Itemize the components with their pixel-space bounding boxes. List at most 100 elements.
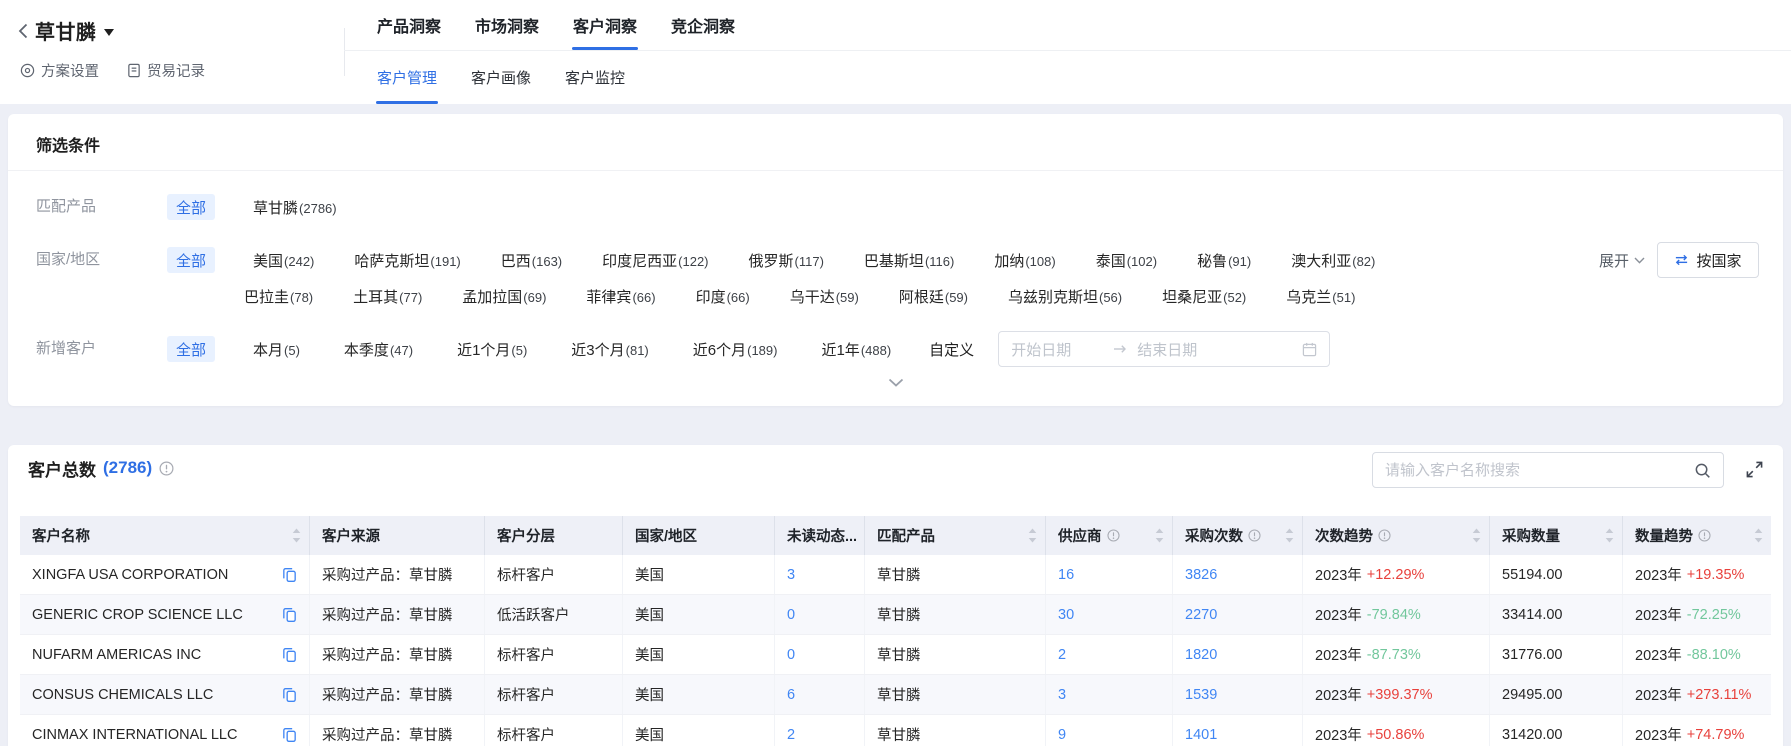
column-header[interactable]: 客户名称 bbox=[20, 516, 310, 555]
new-customer-filter-all[interactable]: 全部 bbox=[167, 336, 215, 362]
column-header[interactable]: 数量趋势 bbox=[1623, 516, 1771, 555]
cell-link[interactable]: 3826 bbox=[1185, 567, 1217, 583]
country-filter-option[interactable]: 巴拉圭(78) bbox=[244, 286, 313, 307]
country-filter-option[interactable]: 哈萨克斯坦(191) bbox=[354, 250, 460, 271]
column-header[interactable]: 次数趋势 bbox=[1303, 516, 1490, 555]
time-filter-option[interactable]: 近3个月(81) bbox=[571, 339, 648, 360]
country-filter-option[interactable]: 孟加拉国(69) bbox=[462, 286, 546, 307]
column-header[interactable]: 客户来源 bbox=[310, 516, 485, 555]
time-filter-option[interactable]: 近1个月(5) bbox=[457, 339, 527, 360]
info-icon[interactable] bbox=[159, 461, 174, 476]
cell-link[interactable]: 3 bbox=[787, 567, 795, 583]
country-filter-option[interactable]: 俄罗斯(117) bbox=[749, 250, 824, 271]
trade-records-button[interactable]: 贸易记录 bbox=[127, 60, 205, 81]
country-filter-option[interactable]: 秘鲁(91) bbox=[1197, 250, 1251, 271]
country-filter-option[interactable]: 印度尼西亚(122) bbox=[602, 250, 708, 271]
sort-caret-icon[interactable] bbox=[292, 528, 301, 543]
cell-link[interactable]: 2270 bbox=[1185, 607, 1217, 623]
cell-link[interactable]: 1401 bbox=[1185, 727, 1217, 743]
country-filter-option[interactable]: 乌兹别克斯坦(56) bbox=[1008, 286, 1122, 307]
main-tab[interactable]: 产品洞察 bbox=[376, 0, 442, 50]
collapse-filter-button[interactable] bbox=[874, 376, 918, 389]
country-filter-option[interactable]: 坦桑尼亚(52) bbox=[1162, 286, 1246, 307]
table-row[interactable]: NUFARM AMERICAS INC采购过产品：草甘膦标杆客户美国0草甘膦21… bbox=[20, 635, 1771, 675]
country-filter-option[interactable]: 澳大利亚(82) bbox=[1291, 250, 1375, 271]
country-filter-option[interactable]: 菲律宾(66) bbox=[586, 286, 655, 307]
product-filter-all[interactable]: 全部 bbox=[167, 194, 215, 220]
cell-link[interactable]: 1820 bbox=[1185, 647, 1217, 663]
customer-search-box[interactable] bbox=[1372, 452, 1724, 488]
table-row[interactable]: CONSUS CHEMICALS LLC采购过产品：草甘膦标杆客户美国6草甘膦3… bbox=[20, 675, 1771, 715]
start-date-input[interactable]: 开始日期 bbox=[1011, 339, 1103, 360]
country-filter-option[interactable]: 巴西(163) bbox=[501, 250, 562, 271]
sub-tab[interactable]: 客户监控 bbox=[564, 50, 626, 104]
sort-caret-icon[interactable] bbox=[1754, 528, 1763, 543]
table-row[interactable]: CINMAX INTERNATIONAL LLC采购过产品：草甘膦标杆客户美国2… bbox=[20, 715, 1771, 746]
cell-link[interactable]: 3 bbox=[1058, 687, 1066, 703]
country-filter-option[interactable]: 阿根廷(59) bbox=[899, 286, 968, 307]
copy-icon[interactable] bbox=[282, 727, 297, 743]
country-filter-all[interactable]: 全部 bbox=[167, 247, 215, 273]
info-icon[interactable] bbox=[1248, 529, 1261, 542]
sub-tab[interactable]: 客户画像 bbox=[470, 50, 532, 104]
sort-caret-icon[interactable] bbox=[1155, 528, 1164, 543]
expand-countries-button[interactable]: 展开 bbox=[1599, 245, 1645, 275]
cell-link[interactable]: 0 bbox=[787, 607, 795, 623]
column-header[interactable]: 客户分层 bbox=[485, 516, 623, 555]
sort-caret-icon[interactable] bbox=[1285, 528, 1294, 543]
country-filter-option[interactable]: 土耳其(77) bbox=[353, 286, 422, 307]
info-icon[interactable] bbox=[1698, 529, 1711, 542]
info-icon[interactable] bbox=[1378, 529, 1391, 542]
copy-icon[interactable] bbox=[282, 687, 297, 703]
sub-tab[interactable]: 客户管理 bbox=[376, 50, 438, 104]
scheme-settings-button[interactable]: 方案设置 bbox=[20, 60, 99, 81]
country-filter-option[interactable]: 乌干达(59) bbox=[790, 286, 859, 307]
column-header[interactable]: 匹配产品 bbox=[865, 516, 1046, 555]
time-filter-option[interactable]: 本月(5) bbox=[253, 339, 300, 360]
time-filter-option[interactable]: 本季度(47) bbox=[344, 339, 413, 360]
copy-icon[interactable] bbox=[282, 647, 297, 663]
cell-link[interactable]: 2 bbox=[1058, 647, 1066, 663]
info-icon[interactable] bbox=[1107, 529, 1120, 542]
product-filter-option[interactable]: 草甘膦(2786) bbox=[253, 197, 337, 218]
table-row[interactable]: GENERIC CROP SCIENCE LLC采购过产品：草甘膦低活跃客户美国… bbox=[20, 595, 1771, 635]
search-icon[interactable] bbox=[1694, 462, 1711, 479]
table-row[interactable]: XINGFA USA CORPORATION采购过产品：草甘膦标杆客户美国3草甘… bbox=[20, 555, 1771, 595]
time-filter-option[interactable]: 近6个月(189) bbox=[693, 339, 778, 360]
cell-link[interactable]: 1539 bbox=[1185, 687, 1217, 703]
cell-link[interactable]: 30 bbox=[1058, 607, 1074, 623]
sort-caret-icon[interactable] bbox=[1028, 528, 1037, 543]
back-icon[interactable] bbox=[18, 23, 28, 39]
country-filter-option[interactable]: 印度(66) bbox=[696, 286, 750, 307]
country-filter-option[interactable]: 巴基斯坦(116) bbox=[864, 250, 954, 271]
main-tab[interactable]: 客户洞察 bbox=[572, 0, 638, 50]
product-selector[interactable]: 草甘膦 bbox=[18, 16, 114, 45]
custom-date-option[interactable]: 自定义 bbox=[929, 339, 974, 360]
column-header[interactable]: 未读动态... bbox=[775, 516, 865, 555]
date-range-picker[interactable]: 开始日期 结束日期 bbox=[998, 331, 1330, 367]
cell-link[interactable]: 16 bbox=[1058, 567, 1074, 583]
copy-icon[interactable] bbox=[282, 607, 297, 623]
copy-icon[interactable] bbox=[282, 567, 297, 583]
sort-caret-icon[interactable] bbox=[1472, 528, 1481, 543]
by-country-toggle-button[interactable]: 按国家 bbox=[1657, 242, 1759, 278]
country-filter-option[interactable]: 泰国(102) bbox=[1096, 250, 1157, 271]
sort-caret-icon[interactable] bbox=[1605, 528, 1614, 543]
column-header[interactable]: 采购次数 bbox=[1173, 516, 1303, 555]
cell-link[interactable]: 6 bbox=[787, 687, 795, 703]
time-filter-option[interactable]: 近1年(488) bbox=[821, 339, 891, 360]
customer-search-input[interactable] bbox=[1385, 462, 1686, 479]
column-header[interactable]: 供应商 bbox=[1046, 516, 1173, 555]
main-tab[interactable]: 竞企洞察 bbox=[670, 0, 736, 50]
column-header[interactable]: 采购数量 bbox=[1490, 516, 1623, 555]
fullscreen-icon[interactable] bbox=[1746, 461, 1763, 478]
country-filter-option[interactable]: 加纳(108) bbox=[994, 250, 1055, 271]
country-filter-option[interactable]: 乌克兰(51) bbox=[1286, 286, 1355, 307]
end-date-input[interactable]: 结束日期 bbox=[1137, 339, 1292, 360]
cell-link[interactable]: 2 bbox=[787, 727, 795, 743]
main-tab[interactable]: 市场洞察 bbox=[474, 0, 540, 50]
cell-link[interactable]: 0 bbox=[787, 647, 795, 663]
country-filter-option[interactable]: 美国(242) bbox=[253, 250, 314, 271]
cell-link[interactable]: 9 bbox=[1058, 727, 1066, 743]
column-header[interactable]: 国家/地区 bbox=[623, 516, 775, 555]
